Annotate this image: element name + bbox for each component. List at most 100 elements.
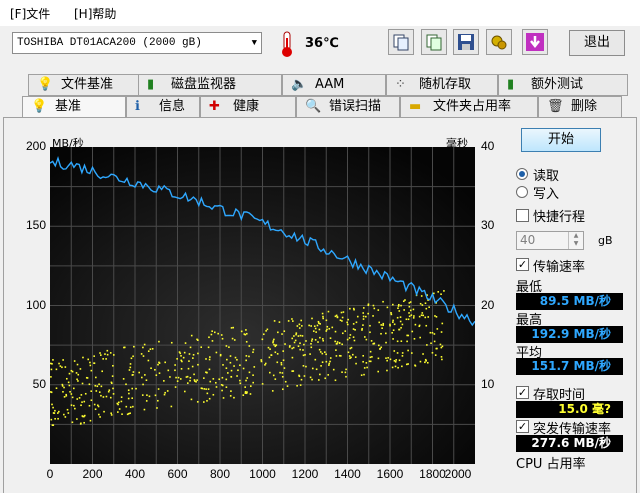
access-time-point (281, 333, 283, 335)
access-time-point (369, 356, 372, 359)
x-tick: 800 (209, 467, 231, 481)
transfer-rate-checkbox[interactable]: ✓ (516, 258, 529, 271)
access-time-point (58, 410, 60, 413)
x-tick: 1200 (291, 467, 319, 481)
access-time-point (215, 381, 217, 384)
access-time-point (76, 398, 79, 400)
write-radio[interactable] (516, 186, 528, 198)
access-time-point (321, 361, 324, 364)
exit-button[interactable]: 退出 (569, 30, 625, 56)
access-time-point (67, 381, 70, 384)
x-tick: 600 (167, 467, 188, 481)
menu-help[interactable]: [H]帮助 (74, 5, 116, 22)
access-time-point (311, 378, 313, 381)
tab-bottom-5[interactable]: 🗑 删除 (538, 96, 622, 118)
access-time-point (302, 365, 305, 367)
access-time-point (265, 330, 267, 332)
access-time-point (392, 321, 394, 323)
access-time-point (291, 356, 294, 359)
tab-bottom-4[interactable]: ▬ 文件夹占用率 (400, 96, 538, 118)
access-time-point (385, 332, 387, 335)
access-time-point (225, 345, 228, 347)
access-time-point (110, 382, 113, 384)
access-time-point (354, 356, 357, 358)
access-time-point (93, 362, 95, 364)
access-time-point (377, 309, 380, 311)
copy-all-button[interactable] (421, 29, 447, 55)
start-button[interactable]: 开始 (521, 128, 601, 152)
tab-top-2[interactable]: 🔈 AAM (282, 74, 386, 96)
short-stroke-spinner[interactable]: 40 ▲ ▼ (516, 231, 584, 250)
spinner-arrows-icon[interactable]: ▲ ▼ (568, 232, 583, 249)
access-time-point (386, 306, 389, 309)
access-time-point (239, 364, 241, 367)
tab-top-1[interactable]: ▮ 磁盘监视器 (138, 74, 282, 96)
access-time-point (314, 358, 317, 361)
access-time-point (178, 351, 181, 353)
access-time-point (252, 381, 255, 384)
access-time-point (80, 422, 82, 425)
access-time-point (174, 364, 176, 366)
access-time-point (353, 339, 356, 342)
access-time-point (70, 393, 73, 395)
access-time-point (324, 377, 327, 380)
access-time-point (278, 321, 281, 323)
access-time-point (94, 384, 97, 387)
access-time-point (399, 316, 402, 318)
access-time-point (280, 363, 283, 366)
save-button[interactable] (453, 29, 479, 55)
short-stroke-checkbox[interactable] (516, 209, 529, 222)
tab-bottom-3[interactable]: 🔍 错误扫描 (296, 96, 400, 118)
access-time-point (410, 314, 413, 316)
access-time-checkbox[interactable]: ✓ (516, 386, 529, 399)
access-time-point (89, 419, 92, 422)
access-time-point (233, 339, 236, 341)
access-time-point (228, 346, 230, 348)
min-value: 89.5 MB/秒 (516, 293, 623, 310)
tab-top-3[interactable]: ⁘ 随机存取 (386, 74, 498, 96)
access-time-point (125, 383, 127, 386)
access-time-point (240, 330, 243, 333)
access-time-point (108, 389, 111, 392)
access-time-point (212, 378, 215, 380)
access-time-point (221, 389, 223, 392)
access-time-point (87, 358, 90, 361)
access-time-point (297, 345, 300, 348)
access-time-point (400, 340, 403, 342)
tab-bottom-1[interactable]: ℹ 信息 (126, 96, 200, 118)
download-button[interactable] (522, 29, 548, 55)
menu-bar: [F]文件 [H]帮助 (0, 0, 640, 26)
access-time-point (276, 353, 279, 355)
access-time-point (318, 328, 321, 331)
access-time-point (355, 321, 358, 324)
drive-select[interactable]: TOSHIBA DT01ACA200 (2000 gB) ▼ (12, 32, 262, 54)
menu-file[interactable]: [F]文件 (10, 5, 50, 22)
copy-button[interactable] (388, 29, 414, 55)
access-time-point (182, 356, 185, 359)
access-time-point (252, 351, 254, 353)
access-time-point (394, 365, 397, 368)
access-time-point (310, 346, 313, 349)
tab-bottom-2[interactable]: ✚ 健康 (200, 96, 296, 118)
transfer-rate-label: 传输速率 (533, 260, 586, 275)
access-time-point (293, 335, 295, 337)
access-time-point (378, 321, 381, 324)
access-time-point (211, 330, 213, 333)
access-time-point (443, 290, 445, 292)
access-time-point (408, 312, 410, 314)
tab-bottom-0[interactable]: 💡 基准 (22, 96, 126, 118)
burst-rate-checkbox[interactable]: ✓ (516, 420, 529, 433)
health-cross-icon: ✚ (209, 99, 220, 114)
access-time-point (230, 375, 232, 378)
access-time-point (252, 374, 254, 376)
tab-top-4[interactable]: ▮ 额外测试 (498, 74, 628, 96)
access-time-point (70, 404, 73, 406)
access-time-point (271, 390, 274, 392)
access-time-point (299, 334, 302, 337)
access-time-point (148, 395, 151, 398)
read-radio[interactable] (516, 168, 528, 180)
access-time-point (351, 353, 354, 356)
access-time-point (362, 312, 365, 314)
access-time-point (303, 343, 305, 346)
options-button[interactable] (486, 29, 512, 55)
